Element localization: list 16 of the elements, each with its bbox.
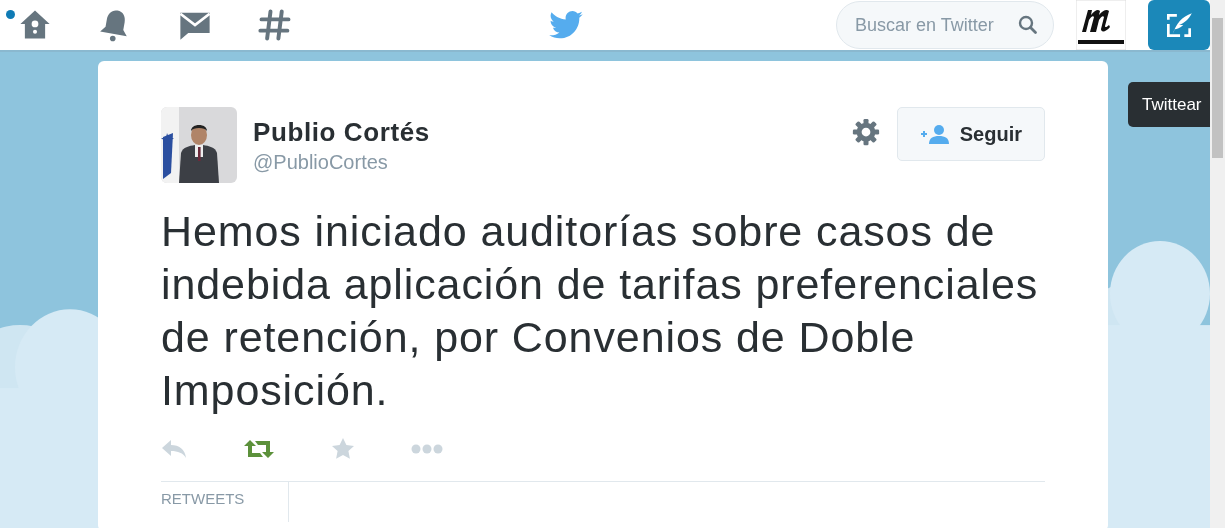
tweet-text: Hemos iniciado auditorías sobre casos de indebida aplicación de tarifas preferenciales de retención, por Convenios de Doble Imposición. bbox=[161, 206, 1040, 416]
add-person-icon bbox=[919, 124, 950, 144]
profile-avatar-icon[interactable] bbox=[1076, 0, 1126, 50]
bird-logo-icon[interactable] bbox=[549, 11, 583, 39]
search-icon[interactable] bbox=[1018, 15, 1038, 35]
search-field[interactable]: Buscar en Twitter bbox=[836, 1, 1054, 49]
follow-button[interactable]: Seguir bbox=[896, 107, 1045, 161]
hashtag-icon[interactable] bbox=[257, 7, 293, 43]
retweets-label: RETWEETS bbox=[161, 490, 245, 507]
settings-icon[interactable] bbox=[850, 117, 881, 147]
author-name[interactable]: Publio Cortés bbox=[253, 117, 430, 148]
tooltip: Twittear bbox=[1128, 82, 1210, 127]
retweet-icon[interactable] bbox=[243, 439, 275, 459]
compose-tweet-button[interactable] bbox=[1148, 0, 1210, 50]
scrollbar[interactable] bbox=[1210, 0, 1225, 528]
scrollbar-thumb[interactable] bbox=[1212, 18, 1223, 158]
